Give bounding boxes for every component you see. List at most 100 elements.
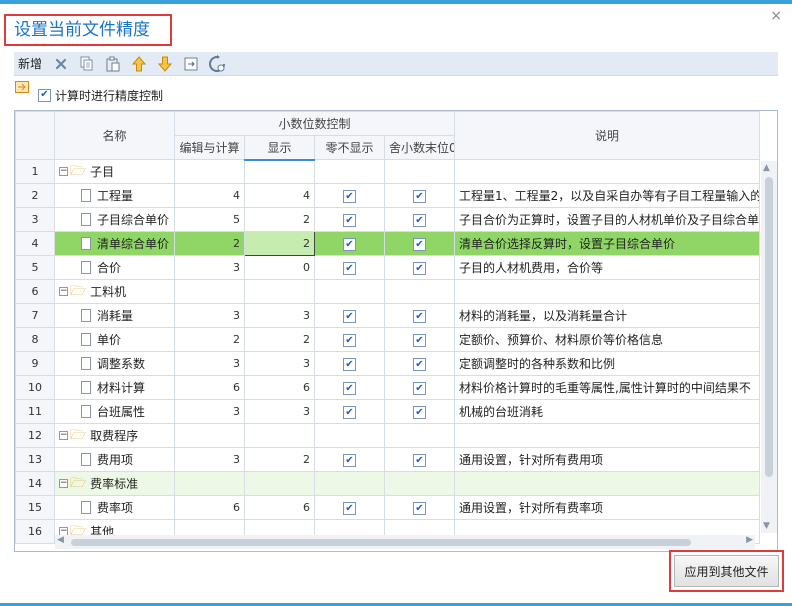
- display-cell[interactable]: 2: [244, 207, 315, 232]
- trailing-zero-checkbox[interactable]: ✔: [413, 310, 426, 324]
- trailing-zero-cell[interactable]: ✔: [383, 207, 456, 232]
- zero-hide-checkbox[interactable]: ✔: [343, 262, 356, 276]
- header-description[interactable]: 说明: [454, 111, 761, 160]
- trailing-zero-checkbox[interactable]: ✔: [413, 382, 426, 396]
- expand-icon[interactable]: [180, 54, 202, 74]
- trailing-zero-cell[interactable]: [383, 471, 456, 496]
- trailing-zero-cell[interactable]: ✔: [383, 303, 456, 328]
- zero-hide-cell[interactable]: [314, 279, 385, 304]
- edit-calc-cell[interactable]: 2: [174, 327, 245, 352]
- table-row[interactable]: 9 调整系数 3 3 ✔ ✔ 定额调整时的各种系数和比例: [15, 351, 761, 376]
- table-row[interactable]: 2 工程量 4 4 ✔ ✔ 工程量1、工程量2，以及自采自办等有子目工程量输入的: [15, 183, 761, 208]
- header-trailing-zero[interactable]: 舍小数末位0: [383, 135, 456, 160]
- trailing-zero-checkbox[interactable]: ✔: [413, 406, 426, 420]
- table-row[interactable]: 1− 🗁 子目: [15, 159, 761, 184]
- edit-calc-cell[interactable]: 4: [174, 183, 245, 208]
- name-cell[interactable]: 工程量: [54, 183, 175, 208]
- scroll-left-icon[interactable]: ◀: [57, 535, 64, 545]
- display-cell[interactable]: 3: [244, 351, 315, 376]
- trailing-zero-cell[interactable]: ✔: [383, 399, 456, 424]
- name-cell[interactable]: 台班属性: [54, 399, 175, 424]
- name-cell[interactable]: − 🗁 子目: [54, 159, 175, 184]
- zero-hide-cell[interactable]: ✔: [314, 303, 385, 328]
- vertical-scrollbar[interactable]: ▲ ▼: [761, 161, 777, 533]
- name-cell[interactable]: 费用项: [54, 447, 175, 472]
- collapse-toggle-icon[interactable]: −: [59, 287, 68, 296]
- display-cell[interactable]: [244, 159, 315, 184]
- zero-hide-checkbox[interactable]: ✔: [343, 406, 356, 420]
- zero-hide-cell[interactable]: ✔: [314, 495, 385, 520]
- zero-hide-cell[interactable]: ✔: [314, 327, 385, 352]
- zero-hide-checkbox[interactable]: ✔: [343, 358, 356, 372]
- horizontal-scroll-thumb[interactable]: [71, 539, 691, 546]
- display-cell[interactable]: [244, 279, 315, 304]
- add-button[interactable]: 新增: [18, 55, 42, 72]
- scroll-down-icon[interactable]: ▼: [763, 521, 770, 531]
- zero-hide-checkbox[interactable]: ✔: [343, 310, 356, 324]
- edit-calc-cell[interactable]: 3: [174, 399, 245, 424]
- trailing-zero-cell[interactable]: [383, 279, 456, 304]
- display-cell[interactable]: 6: [244, 375, 315, 400]
- table-row[interactable]: 12− 🗁 取费程序: [15, 423, 761, 448]
- edit-calc-cell[interactable]: [174, 423, 245, 448]
- trailing-zero-cell[interactable]: ✔: [383, 231, 456, 256]
- edit-calc-cell[interactable]: [174, 159, 245, 184]
- zero-hide-cell[interactable]: ✔: [314, 351, 385, 376]
- table-row[interactable]: 11 台班属性 3 3 ✔ ✔ 机械的台班消耗: [15, 399, 761, 424]
- edit-calc-cell[interactable]: 3: [174, 351, 245, 376]
- zero-hide-cell[interactable]: ✔: [314, 447, 385, 472]
- display-cell[interactable]: 2: [244, 447, 315, 472]
- trailing-zero-checkbox[interactable]: ✔: [413, 238, 426, 252]
- trailing-zero-checkbox[interactable]: ✔: [413, 454, 426, 468]
- trailing-zero-checkbox[interactable]: ✔: [413, 190, 426, 204]
- trailing-zero-cell[interactable]: ✔: [383, 351, 456, 376]
- paste-icon[interactable]: [102, 54, 124, 74]
- scroll-right-icon[interactable]: ▶: [746, 535, 753, 545]
- edit-calc-cell[interactable]: 6: [174, 375, 245, 400]
- trailing-zero-checkbox[interactable]: ✔: [413, 358, 426, 372]
- trailing-zero-checkbox[interactable]: ✔: [413, 502, 426, 516]
- name-cell[interactable]: 单价: [54, 327, 175, 352]
- name-cell[interactable]: − 🗁 工料机: [54, 279, 175, 304]
- precision-control-checkbox[interactable]: ✔: [38, 88, 51, 102]
- zero-hide-cell[interactable]: [314, 423, 385, 448]
- table-row[interactable]: 15 费率项 6 6 ✔ ✔ 通用设置，针对所有费率项: [15, 495, 761, 520]
- display-cell[interactable]: 2: [244, 327, 315, 352]
- zero-hide-checkbox[interactable]: ✔: [343, 334, 356, 348]
- delete-icon[interactable]: [50, 54, 72, 74]
- copy-icon[interactable]: [76, 54, 98, 74]
- trailing-zero-cell[interactable]: ✔: [383, 327, 456, 352]
- zero-hide-checkbox[interactable]: ✔: [343, 214, 356, 228]
- zero-hide-cell[interactable]: [314, 471, 385, 496]
- edit-calc-cell[interactable]: 2: [174, 231, 245, 256]
- close-icon[interactable]: ×: [770, 8, 782, 24]
- display-cell[interactable]: 0: [244, 255, 315, 280]
- scroll-up-icon[interactable]: ▲: [763, 163, 770, 173]
- edit-calc-cell[interactable]: 3: [174, 447, 245, 472]
- display-cell[interactable]: 3: [244, 303, 315, 328]
- table-row[interactable]: 14− 🗁 费率标准: [15, 471, 761, 496]
- horizontal-scrollbar[interactable]: ◀ ▶: [55, 535, 755, 549]
- trailing-zero-cell[interactable]: [383, 423, 456, 448]
- trailing-zero-cell[interactable]: ✔: [383, 255, 456, 280]
- table-row[interactable]: 6− 🗁 工料机: [15, 279, 761, 304]
- vertical-scroll-thumb[interactable]: [765, 177, 773, 477]
- edit-calc-cell[interactable]: 5: [174, 207, 245, 232]
- zero-hide-cell[interactable]: ✔: [314, 207, 385, 232]
- collapse-toggle-icon[interactable]: −: [59, 431, 68, 440]
- trailing-zero-cell[interactable]: ✔: [383, 183, 456, 208]
- zero-hide-cell[interactable]: [314, 159, 385, 184]
- name-cell[interactable]: − 🗁 费率标准: [54, 471, 175, 496]
- header-display[interactable]: 显示: [244, 135, 315, 161]
- trailing-zero-cell[interactable]: [383, 159, 456, 184]
- zero-hide-checkbox[interactable]: ✔: [343, 190, 356, 204]
- zero-hide-cell[interactable]: ✔: [314, 231, 385, 256]
- edit-calc-cell[interactable]: 6: [174, 495, 245, 520]
- zero-hide-checkbox[interactable]: ✔: [343, 502, 356, 516]
- name-cell[interactable]: 费率项: [54, 495, 175, 520]
- name-cell[interactable]: 合价: [54, 255, 175, 280]
- trailing-zero-cell[interactable]: ✔: [383, 447, 456, 472]
- display-cell[interactable]: 3: [244, 399, 315, 424]
- table-row[interactable]: 4 清单综合单价 2 2 ✔ ✔ 清单合价选择反算时，设置子目综合单价: [15, 231, 761, 256]
- trailing-zero-checkbox[interactable]: ✔: [413, 214, 426, 228]
